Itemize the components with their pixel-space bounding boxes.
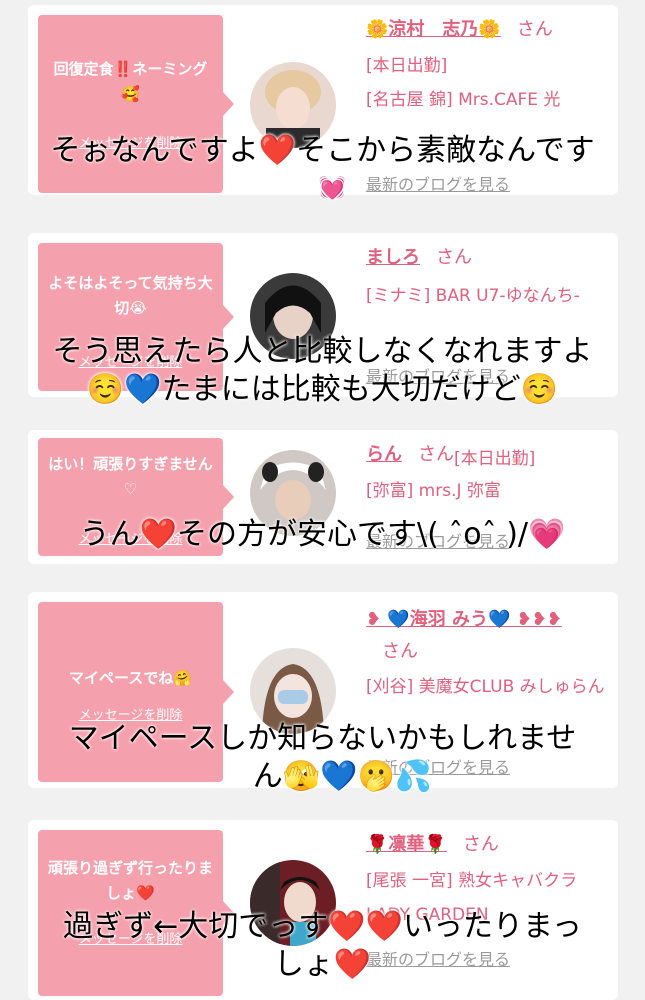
shop-info: [本日出勤] [弥富] mrs.J 弥富	[366, 449, 606, 508]
work-status: [本日出勤]	[366, 56, 448, 76]
overlay-line: 過ぎず←大切でっす❤️❤️いったりまっ	[63, 909, 582, 944]
honorific: さん	[382, 641, 418, 662]
work-status: [本日出勤]	[454, 449, 536, 469]
overlay-line: しょ❤️	[273, 947, 372, 982]
shop-name[interactable]: [弥富] mrs.J 弥富	[366, 474, 606, 508]
cast-name-row: 🌼涼村 志乃🌼 さん	[366, 17, 553, 43]
message-text: はい！頑張りすぎません♡	[48, 455, 213, 498]
overlay-line: そう思えたら人と比較しなくなれますよ	[52, 334, 593, 369]
overlay-line: 💓	[318, 176, 347, 201]
cast-name-row: ましろ さん	[366, 245, 472, 271]
shop-info: [ミナミ] BAR U7-ゆなんち-	[366, 279, 606, 313]
overlay-reply-text: そぉなんですよ❤️そこから素敵なんです 💓	[0, 132, 645, 208]
overlay-line: ☺️💙たまには比較も大切だけど☺️	[86, 372, 559, 407]
honorific: さん	[516, 19, 553, 40]
shop-info: [本日出勤] [名古屋 錦] Mrs.CAFE 光	[366, 49, 606, 117]
cast-name-link[interactable]: 🌹凛華🌹	[366, 834, 447, 855]
overlay-line: マイペースしか知らないかもしれませ	[68, 721, 577, 756]
cast-name-link[interactable]: らん	[366, 444, 402, 465]
honorific: さん	[418, 444, 454, 465]
cast-name-row: 🌹凛華🌹 さん	[366, 832, 499, 858]
overlay-line: ん🫣💙🫢💦	[252, 759, 433, 794]
overlay-reply-text: 過ぎず←大切でっす❤️❤️いったりまっ しょ❤️	[0, 908, 645, 984]
shop-info: [刈谷] 美魔女CLUB みしゅらん	[366, 670, 606, 704]
message-text: よそはよそって気持ち大切😭	[48, 274, 213, 317]
cast-name-row: らん さん	[366, 442, 454, 468]
overlay-reply-text: そう思えたら人と比較しなくなれますよ ☺️💙たまには比較も大切だけど☺️	[0, 333, 645, 409]
cast-name-link[interactable]: ましろ	[366, 247, 420, 268]
cast-name-link[interactable]: ❥ 💙海羽 みう💙 ❥❥❥	[366, 609, 562, 630]
message-text: 回復定食‼️ネーミング🥰	[53, 60, 208, 103]
message-text: マイペースでね🤗	[69, 669, 192, 687]
shop-name[interactable]: [名古屋 錦] Mrs.CAFE 光	[366, 83, 606, 117]
overlay-reply-text: マイペースしか知らないかもしれませ ん🫣💙🫢💦	[0, 720, 645, 796]
overlay-line: そぉなんですよ❤️そこから素敵なんです	[50, 133, 595, 168]
overlay-line: うん❤️その方が安心です\( ˆoˆ )/💗	[79, 517, 566, 552]
shop-name[interactable]: [ミナミ] BAR U7-ゆなんち-	[366, 279, 606, 313]
cast-name-link[interactable]: 🌼涼村 志乃🌼	[366, 19, 501, 40]
overlay-reply-text: うん❤️その方が安心です\( ˆoˆ )/💗	[0, 516, 645, 554]
honorific: さん	[436, 247, 472, 268]
cast-name-row: ❥ 💙海羽 みう💙 ❥❥❥ さん	[366, 604, 586, 668]
message-text: 頑張り過ぎず行ったりましょ❤️	[48, 859, 214, 902]
honorific: さん	[462, 834, 499, 855]
shop-name[interactable]: [刈谷] 美魔女CLUB みしゅらん	[366, 670, 606, 704]
